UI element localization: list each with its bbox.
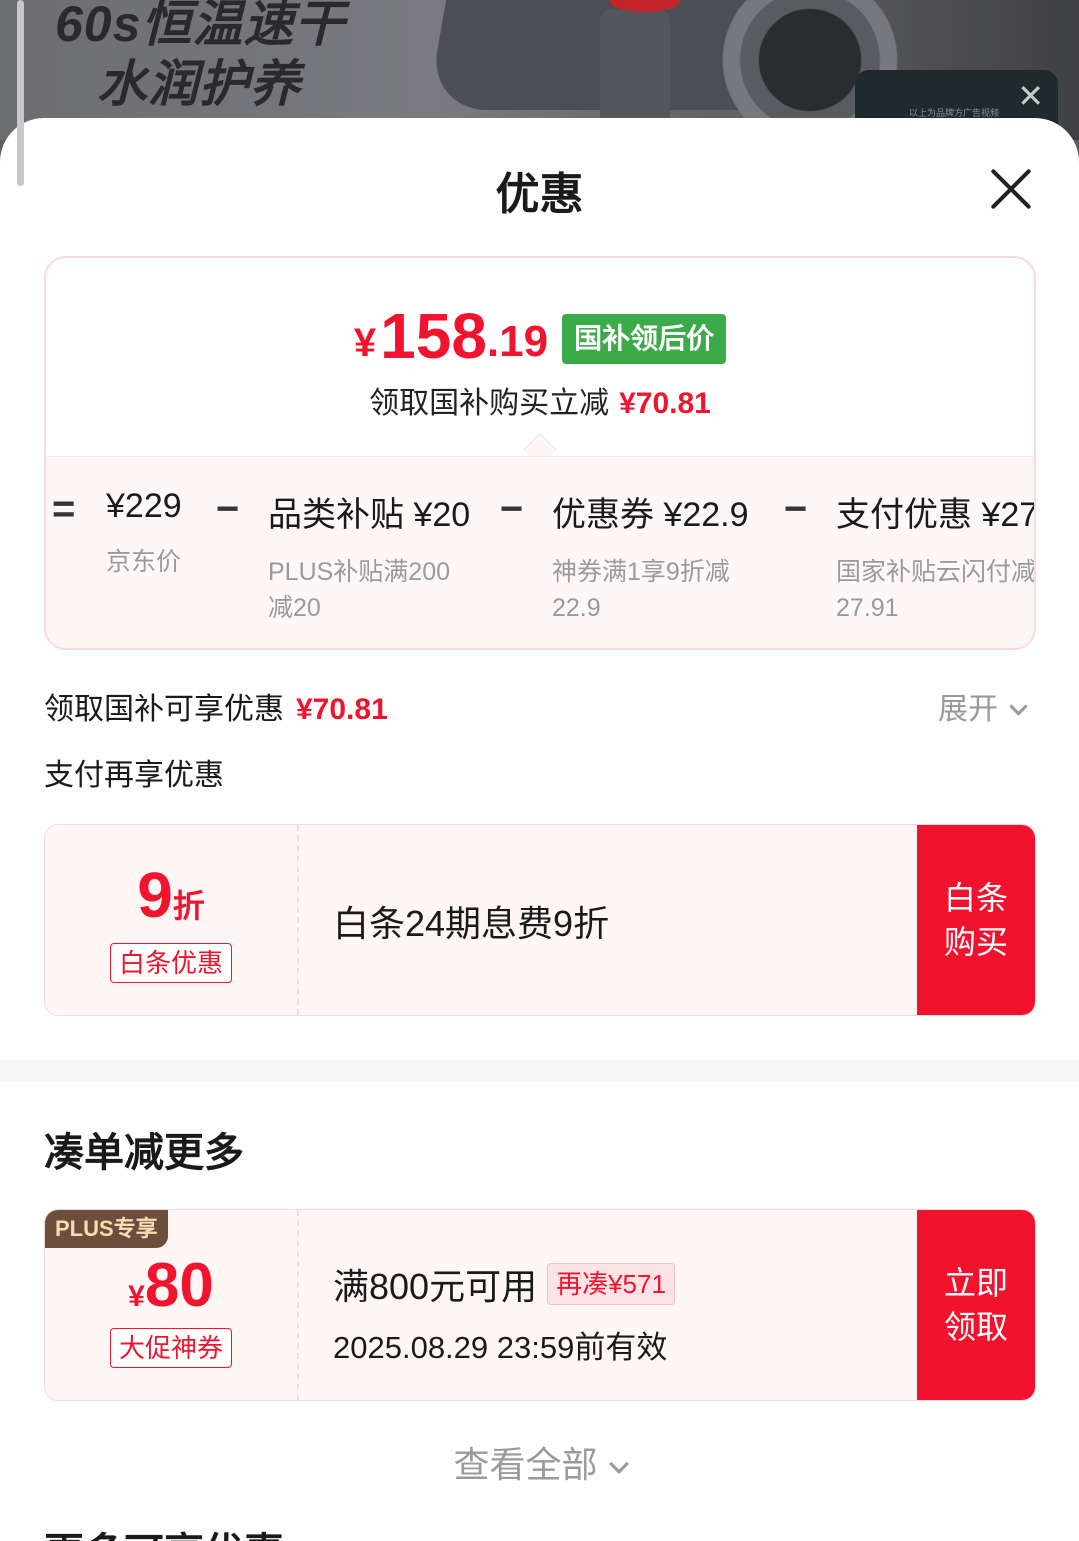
breakdown-operator: − <box>784 487 808 531</box>
chevron-down-icon <box>608 1454 629 1474</box>
button-label: 立即领取 <box>943 1265 1008 1345</box>
banner-line-1: 60s恒温速干 <box>55 0 346 52</box>
claim-coupon-button[interactable]: 立即领取 <box>917 1210 1035 1400</box>
savings-value: ¥70.81 <box>619 387 711 420</box>
banner-slogan: 60s恒温速干 水润护养 <box>55 0 345 114</box>
see-all-label: 查看全部 <box>453 1444 598 1485</box>
coupon-amount-value: 80 <box>144 1251 214 1320</box>
coupon-value-area: PLUS专享 ¥80 大促神券 <box>45 1210 299 1400</box>
coupon-type-tag: 白条优惠 <box>109 943 232 983</box>
breakdown-desc: 京东价 <box>106 548 182 576</box>
bundle-section-title: 凑单减更多 <box>44 1131 244 1175</box>
section-divider <box>0 1060 1079 1082</box>
subsidy-benefit-label: 领取国补可享优惠 <box>44 693 284 726</box>
price-breakdown[interactable]: = ¥229 京东价 − 品类补贴 ¥20 PLUS补贴满200减20 − 优惠… <box>46 456 1036 648</box>
close-button[interactable] <box>984 162 1038 216</box>
coupon-type-tag: 大促神券 <box>109 1328 232 1368</box>
price-decimal: .19 <box>486 317 549 366</box>
breakdown-amount: 优惠券 ¥22.9 <box>552 496 749 534</box>
breakdown-desc: 国家补贴云闪付减27.91 <box>836 558 1036 622</box>
close-icon[interactable]: ✕ <box>1017 80 1044 112</box>
breakdown-item-payment: 支付优惠 ¥27.91 国家补贴云闪付减27.91 <box>836 487 1036 626</box>
breakdown-operator: − <box>216 487 240 531</box>
coupon-expiry: 2025.08.29 23:59前有效 <box>333 1330 668 1365</box>
subsidy-price-badge: 国补领后价 <box>562 314 727 364</box>
coupon-value-area: 9折 白条优惠 <box>45 825 299 1015</box>
expand-label: 展开 <box>938 693 998 726</box>
price-summary-card: ¥ 158 .19 国补领后价 领取国补购买立减 ¥70.81 = ¥229 京东… <box>44 256 1036 650</box>
breakdown-desc: 神券满1享9折减22.9 <box>552 558 730 622</box>
final-price: ¥ 158 .19 国补领后价 <box>46 304 1034 368</box>
plus-exclusive-badge: PLUS专享 <box>45 1210 168 1248</box>
breakdown-amount: 支付优惠 ¥27.91 <box>836 496 1036 534</box>
discount-number: 9 <box>137 859 173 931</box>
coupon-amount: ¥80 <box>45 1254 297 1318</box>
baitiao-buy-button[interactable]: 白条购买 <box>917 825 1035 1015</box>
baitiao-coupon: 9折 白条优惠 白条24期息费9折 白条购买 <box>44 824 1036 1016</box>
sheet-title: 优惠 <box>495 170 584 219</box>
banner-line-2: 水润护养 <box>97 56 301 112</box>
expand-toggle[interactable]: 展开 <box>938 684 1028 728</box>
scroll-indicator[interactable] <box>17 0 24 186</box>
breakdown-operator: = <box>52 487 76 531</box>
plus-coupon: PLUS专享 ¥80 大促神券 满800元可用 再凑¥571 2025.08.2… <box>44 1209 1036 1401</box>
button-label: 白条购买 <box>943 880 1008 960</box>
price-savings-line: 领取国补购买立减 ¥70.81 <box>46 378 1034 422</box>
add-on-amount-tag: 再凑¥571 <box>547 1263 675 1305</box>
subsidy-benefit-value: ¥70.81 <box>296 693 388 726</box>
chevron-down-icon <box>1009 697 1028 716</box>
coupon-discount: 9折 <box>45 863 297 927</box>
breakdown-operator: − <box>500 487 524 531</box>
breakdown-item-category-subsidy: 品类补贴 ¥20 PLUS补贴满200减20 <box>268 487 471 626</box>
breakdown-amount: 品类补贴 ¥20 <box>268 496 471 534</box>
breakdown-desc: PLUS补贴满200减20 <box>268 558 451 622</box>
coupon-description: 白条24期息费9折 <box>333 903 610 944</box>
discount-unit: 折 <box>172 888 205 924</box>
see-all-link[interactable]: 查看全部 <box>0 1436 1079 1488</box>
discount-sheet: 优惠 ¥ 158 .19 国补领后价 领取国补购买立减 ¥70.81 = ¥229… <box>0 118 1079 1541</box>
breakdown-item-coupon: 优惠券 ¥22.9 神券满1享9折减22.9 <box>552 487 752 626</box>
coupon-details: 满800元可用 再凑¥571 2025.08.29 23:59前有效 <box>333 1258 675 1367</box>
price-integer: 158 <box>380 300 487 372</box>
coupon-condition: 满800元可用 <box>333 1266 538 1307</box>
more-section-title: 更多可享优惠 <box>44 1520 284 1541</box>
subsidy-benefit-row: 领取国补可享优惠 ¥70.81 <box>44 684 388 728</box>
pay-section-title: 支付再享优惠 <box>44 759 224 792</box>
currency-symbol: ¥ <box>128 1280 145 1313</box>
savings-label: 领取国补购买立减 <box>369 387 610 420</box>
currency-symbol: ¥ <box>353 321 377 365</box>
